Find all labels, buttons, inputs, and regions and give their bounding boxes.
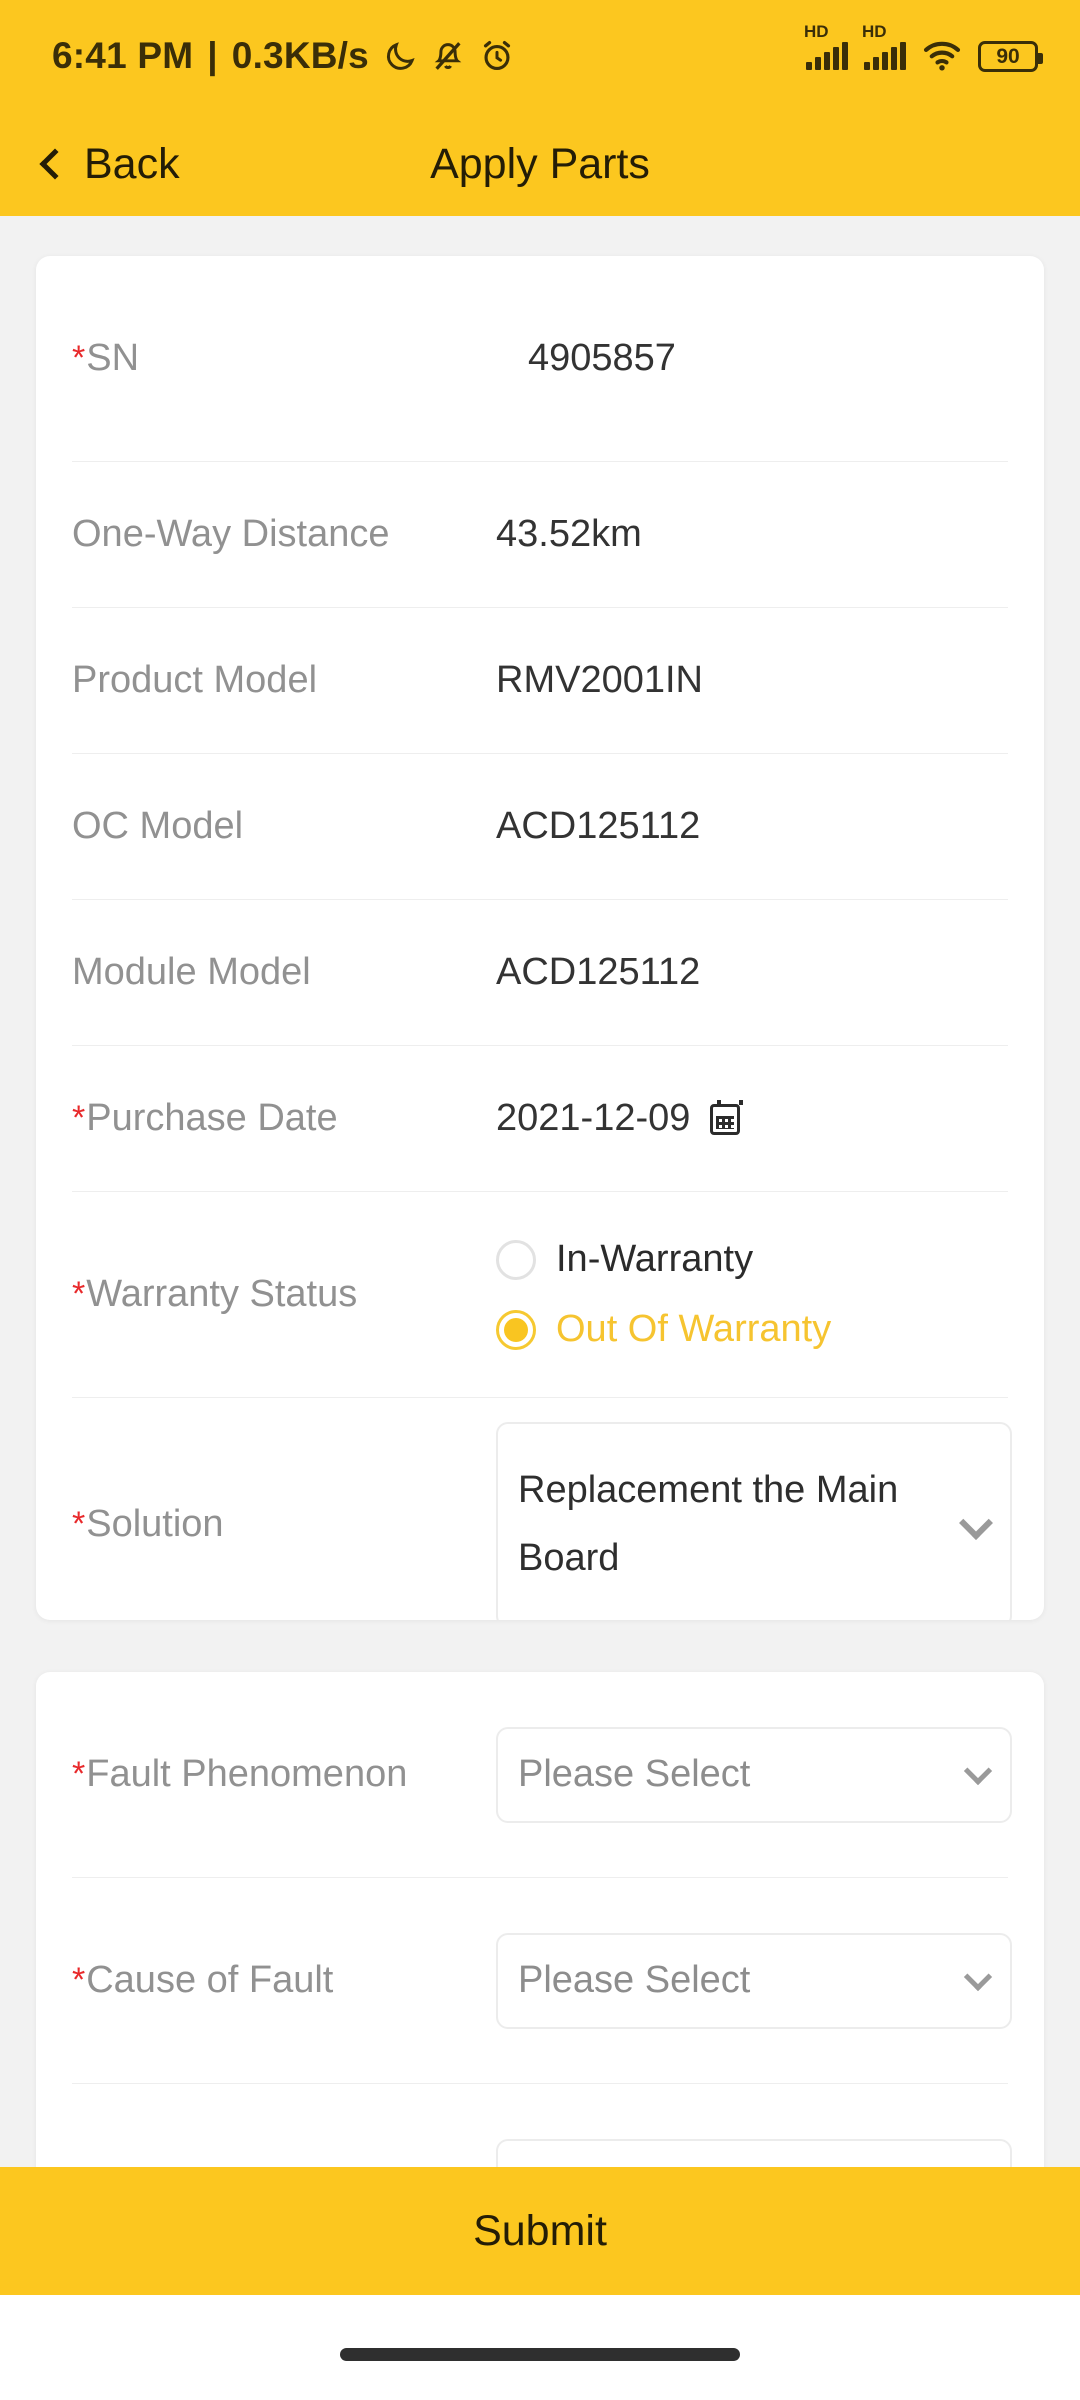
field-value-one-way-distance: 43.52km <box>496 513 642 556</box>
required-asterisk: * <box>72 339 86 378</box>
required-asterisk: * <box>72 1275 86 1314</box>
solution-select-value: Replacement the Main Board <box>518 1469 899 1579</box>
radio-option-out-of-warranty[interactable]: Out Of Warranty <box>496 1307 831 1353</box>
required-asterisk: * <box>72 1755 86 1794</box>
field-row-module-model: Module Model ACD125112 <box>36 900 1044 1046</box>
field-label-purchase-date: *Purchase Date <box>72 1097 338 1140</box>
warranty-status-radio-group: In-Warranty Out Of Warranty <box>496 1237 831 1352</box>
wifi-icon <box>922 40 962 72</box>
required-asterisk: * <box>72 1505 86 1544</box>
system-navigation-area <box>0 2295 1080 2400</box>
signal-icon-sim1: HD <box>804 23 848 70</box>
status-time: 6:41 PM <box>52 35 194 76</box>
status-bar-left: 6:41 PM | 0.3KB/s <box>52 35 515 77</box>
field-label-warranty-status: *Warranty Status <box>72 1273 358 1316</box>
hd-label-sim2: HD <box>862 22 887 41</box>
chevron-down-icon <box>959 1506 993 1540</box>
field-label-sn: *SN <box>72 337 140 380</box>
device-info-card: *SN 4905857 One-Way Distance 43.52km Pro… <box>36 256 1044 1620</box>
chevron-left-icon <box>39 148 71 180</box>
status-bar-right: HD HD 90 <box>804 23 1043 72</box>
form-scroll-area[interactable]: *SN 4905857 One-Way Distance 43.52km Pro… <box>0 216 1080 2400</box>
app-header: Back Apply Parts <box>0 112 1080 216</box>
field-label-product-model: Product Model <box>72 659 318 702</box>
cause-of-fault-select-value: Please Select <box>518 1959 751 2002</box>
back-button[interactable]: Back <box>39 139 180 188</box>
field-value-oc-model: ACD125112 <box>496 805 701 848</box>
field-row-one-way-distance: One-Way Distance 43.52km <box>36 462 1044 608</box>
required-asterisk: * <box>72 1961 86 2000</box>
calendar-icon[interactable] <box>710 1099 744 1135</box>
field-row-oc-model: OC Model ACD125112 <box>36 754 1044 900</box>
signal-icon-sim2: HD <box>862 23 906 70</box>
field-value-module-model: ACD125112 <box>496 951 701 994</box>
field-label-cause-of-fault: *Cause of Fault <box>72 1959 334 2002</box>
field-row-fault-phenomenon: *Fault Phenomenon Please Select <box>36 1672 1044 1878</box>
radio-circle-selected-icon <box>496 1309 536 1350</box>
solution-select[interactable]: Replacement the Main Board <box>496 1422 1012 1620</box>
field-row-product-model: Product Model RMV2001IN <box>36 608 1044 754</box>
purchase-date-text: 2021-12-09 <box>496 1097 691 1140</box>
battery-level: 90 <box>996 44 1020 68</box>
field-value-product-model: RMV2001IN <box>496 659 703 702</box>
chevron-down-icon <box>963 1756 993 1786</box>
field-row-purchase-date[interactable]: *Purchase Date 2021-12-09 <box>36 1046 1044 1192</box>
status-data-speed: 0.3KB/s <box>231 35 369 76</box>
battery-icon: 90 <box>978 40 1043 72</box>
radio-option-in-warranty[interactable]: In-Warranty <box>496 1237 831 1283</box>
moon-icon <box>383 39 417 73</box>
radio-circle-icon <box>496 1240 536 1281</box>
radio-label-in-warranty: In-Warranty <box>556 1238 754 1281</box>
status-separator: | <box>207 35 218 76</box>
field-value-purchase-date[interactable]: 2021-12-09 <box>496 1096 744 1142</box>
field-row-warranty-status: *Warranty Status In-Warranty Out Of Warr… <box>36 1192 1044 1398</box>
field-row-sn: *SN 4905857 <box>36 256 1044 462</box>
field-value-sn: 4905857 <box>528 337 676 380</box>
field-row-cause-of-fault: *Cause of Fault Please Select <box>36 1878 1044 2084</box>
field-label-module-model: Module Model <box>72 951 311 994</box>
field-label-oc-model: OC Model <box>72 805 244 848</box>
submit-button[interactable]: Submit <box>0 2167 1080 2295</box>
back-label: Back <box>84 139 180 188</box>
field-label-one-way-distance: One-Way Distance <box>72 513 390 556</box>
status-bar: 6:41 PM | 0.3KB/s HD HD 90 <box>0 0 1080 112</box>
cause-of-fault-select[interactable]: Please Select <box>496 1933 1012 2029</box>
bell-off-icon <box>431 39 465 73</box>
submit-button-label: Submit <box>473 2206 607 2255</box>
field-label-solution: *Solution <box>72 1503 224 1546</box>
required-asterisk: * <box>72 1099 86 1138</box>
field-label-fault-phenomenon: *Fault Phenomenon <box>72 1753 408 1796</box>
gesture-bar[interactable] <box>340 2348 740 2361</box>
radio-label-out-of-warranty: Out Of Warranty <box>556 1308 832 1350</box>
chevron-down-icon <box>963 1962 993 1992</box>
fault-phenomenon-select-value: Please Select <box>518 1753 751 1796</box>
alarm-icon <box>479 38 515 74</box>
field-row-solution: *Solution Replacement the Main Board <box>36 1398 1044 1620</box>
phone-screen: 6:41 PM | 0.3KB/s HD HD 90 Back Apply Pa… <box>0 0 1080 2400</box>
fault-phenomenon-select[interactable]: Please Select <box>496 1727 1012 1823</box>
hd-label-sim1: HD <box>804 22 829 41</box>
